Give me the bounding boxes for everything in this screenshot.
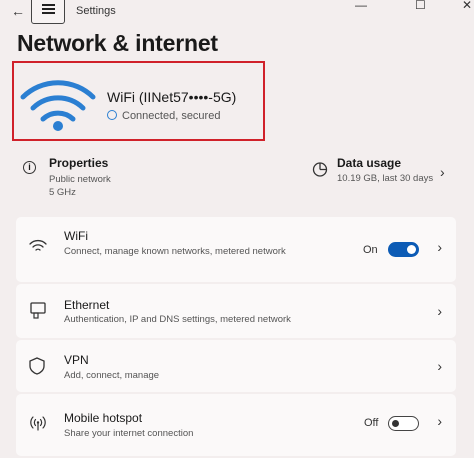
page-title: Network & internet — [17, 30, 218, 56]
toggle-knob — [407, 245, 416, 254]
hotspot-title: Mobile hotspot — [64, 411, 143, 425]
ethernet-title: Ethernet — [64, 298, 110, 312]
hotspot-subtitle: Share your internet connection — [64, 428, 194, 439]
chevron-right-icon: › — [437, 239, 442, 255]
network-band: 5 GHz — [49, 187, 76, 198]
maximize-button[interactable]: ☐ — [415, 0, 426, 12]
properties-details: Public network 5 GHz — [49, 173, 111, 199]
pie-chart-icon — [312, 162, 328, 177]
chevron-right-icon: › — [437, 303, 442, 319]
chevron-right-icon: › — [437, 413, 442, 429]
minimize-button[interactable]: — — [355, 0, 367, 12]
connection-status: Connected, secured — [107, 110, 220, 122]
hotspot-toggle-label: Off — [364, 417, 379, 429]
connection-status-text: Connected, secured — [122, 110, 221, 122]
globe-icon — [107, 110, 117, 120]
wifi-title: WiFi — [64, 229, 88, 243]
data-usage-summary: 10.19 GB, last 30 days — [337, 173, 434, 184]
mobile-hotspot-settings-row[interactable]: Mobile hotspot Share your internet conne… — [16, 394, 456, 456]
properties-title: Properties — [49, 156, 109, 170]
chevron-right-icon: › — [440, 164, 445, 180]
wifi-toggle-label: On — [363, 244, 378, 256]
ethernet-subtitle: Authentication, IP and DNS settings, met… — [64, 314, 291, 325]
toggle-knob — [392, 419, 399, 427]
wifi-subtitle: Connect, manage known networks, metered … — [64, 246, 286, 257]
wifi-signal-icon — [20, 80, 96, 131]
info-icon: i — [23, 161, 36, 174]
shield-icon — [29, 357, 45, 375]
ethernet-settings-row[interactable]: Ethernet Authentication, IP and DNS sett… — [16, 284, 456, 338]
network-ssid: WiFi (IINet57••••-5G) — [107, 89, 237, 105]
hotspot-icon — [30, 416, 46, 431]
wifi-toggle[interactable] — [388, 242, 419, 257]
network-type: Public network — [49, 174, 111, 185]
vpn-title: VPN — [64, 353, 89, 367]
wifi-settings-row[interactable]: WiFi Connect, manage known networks, met… — [16, 217, 456, 282]
vpn-subtitle: Add, connect, manage — [64, 370, 160, 381]
wifi-icon — [29, 239, 47, 251]
chevron-right-icon: › — [437, 358, 442, 374]
vpn-settings-row[interactable]: VPN Add, connect, manage › — [16, 340, 456, 392]
data-usage-title: Data usage — [337, 156, 402, 170]
ethernet-icon — [30, 302, 46, 319]
back-arrow-icon[interactable]: ← — [9, 2, 27, 20]
app-title: Settings — [76, 5, 116, 17]
title-bar: ← Settings — ☐ ✕ — [0, 0, 474, 24]
navigation-menu-button[interactable] — [31, 0, 65, 24]
hotspot-toggle[interactable] — [388, 416, 419, 431]
connected-network-banner[interactable]: WiFi (IINet57••••-5G) Connected, secured — [12, 61, 265, 141]
close-button[interactable]: ✕ — [462, 0, 472, 12]
